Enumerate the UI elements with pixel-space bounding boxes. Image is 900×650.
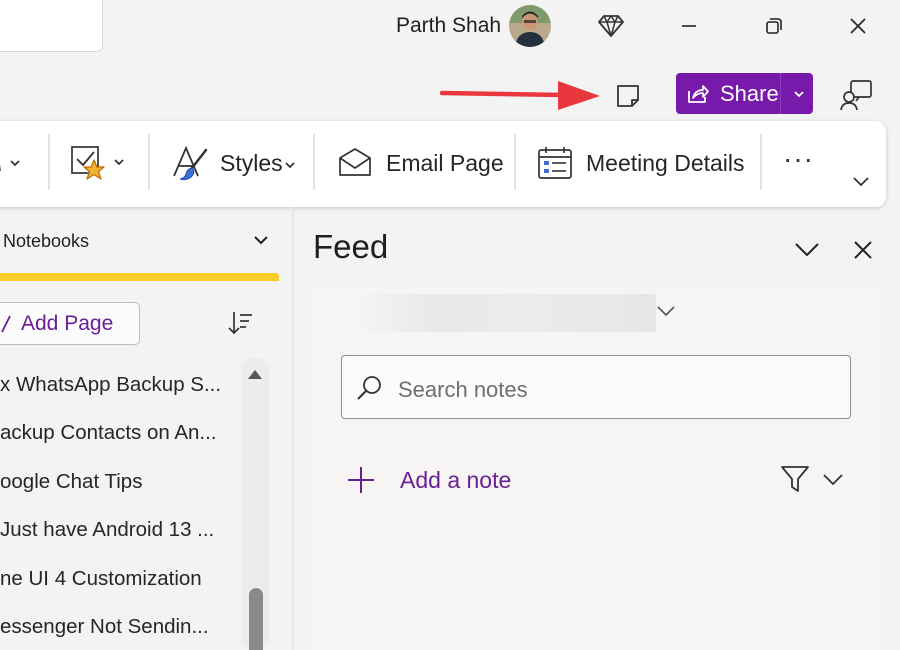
- title-box: [0, 0, 103, 52]
- account-name[interactable]: Parth Shah: [396, 14, 501, 38]
- panel-divider: [292, 207, 294, 650]
- email-icon: [338, 147, 372, 182]
- close-window-icon[interactable]: [840, 8, 876, 44]
- ribbon-separator: [514, 134, 516, 190]
- notebooks-dropdown[interactable]: Notebooks: [3, 231, 89, 252]
- minimize-icon[interactable]: [671, 8, 707, 44]
- feedback-icon: [840, 80, 872, 111]
- share-label: Share: [720, 80, 779, 106]
- expand-ribbon-chevron-icon[interactable]: [851, 174, 871, 193]
- ribbon-separator: [48, 134, 50, 190]
- sort-pages-icon[interactable]: [226, 309, 254, 342]
- filter-chevron-down-icon[interactable]: [822, 471, 844, 492]
- notebook-tab-strip: [0, 273, 279, 281]
- add-note-plus-icon[interactable]: [345, 464, 377, 501]
- email-page-button[interactable]: Email Page: [386, 150, 504, 177]
- sticky-note-icon: [617, 85, 639, 107]
- page-list-item[interactable]: x WhatsApp Backup S...: [0, 373, 221, 397]
- filter-icon[interactable]: [780, 464, 810, 499]
- styles-button[interactable]: Styles: [220, 150, 283, 177]
- ribbon-separator: [313, 134, 315, 190]
- search-icon: [355, 374, 383, 407]
- page-list-item[interactable]: ackup Contacts on An...: [0, 421, 217, 445]
- feedback-button[interactable]: [836, 75, 876, 115]
- close-feed-icon[interactable]: [853, 240, 873, 265]
- search-notes-placeholder: Search notes: [398, 377, 528, 402]
- meeting-details-icon: [537, 145, 573, 186]
- annotation-arrow: [439, 78, 605, 117]
- feed-collapse-chevron-icon[interactable]: [794, 240, 820, 263]
- meeting-details-button[interactable]: Meeting Details: [586, 150, 745, 177]
- paintbrush-icon: [172, 144, 210, 187]
- notebooks-chevron-down-icon[interactable]: [252, 233, 270, 252]
- tag-button[interactable]: [70, 144, 130, 189]
- page-list-item[interactable]: ne UI 4 Customization: [0, 567, 202, 591]
- scrollbar-thumb[interactable]: [249, 588, 263, 650]
- page-list-item[interactable]: essenger Not Sendin...: [0, 615, 209, 639]
- ribbon-separator: [148, 134, 150, 190]
- restore-icon[interactable]: [756, 8, 792, 44]
- premium-diamond-icon[interactable]: [593, 8, 629, 44]
- feed-title: Feed: [313, 228, 389, 265]
- ribbon-partial-button[interactable]: [0, 151, 26, 180]
- add-note-button[interactable]: Add a note: [400, 467, 511, 494]
- share-divider: [780, 73, 781, 114]
- account-filter-dropdown[interactable]: [346, 294, 656, 332]
- add-page-icon: [0, 312, 12, 341]
- ribbon-separator: [760, 134, 762, 190]
- page-list-item[interactable]: oogle Chat Tips: [0, 470, 142, 494]
- share-button[interactable]: Share: [676, 73, 813, 114]
- avatar[interactable]: [509, 5, 551, 47]
- share-chevron-down-icon[interactable]: [792, 89, 806, 99]
- page-list-item[interactable]: Just have Android 13 ...: [0, 518, 214, 542]
- add-page-label: Add Page: [21, 312, 114, 335]
- styles-chevron-down-icon[interactable]: [284, 157, 296, 175]
- account-filter-chevron-icon[interactable]: [656, 304, 676, 323]
- sticky-notes-button[interactable]: [610, 78, 646, 114]
- more-options-button[interactable]: ···: [783, 143, 814, 175]
- share-icon: [688, 84, 709, 103]
- scroll-up-arrow-icon[interactable]: [246, 367, 264, 385]
